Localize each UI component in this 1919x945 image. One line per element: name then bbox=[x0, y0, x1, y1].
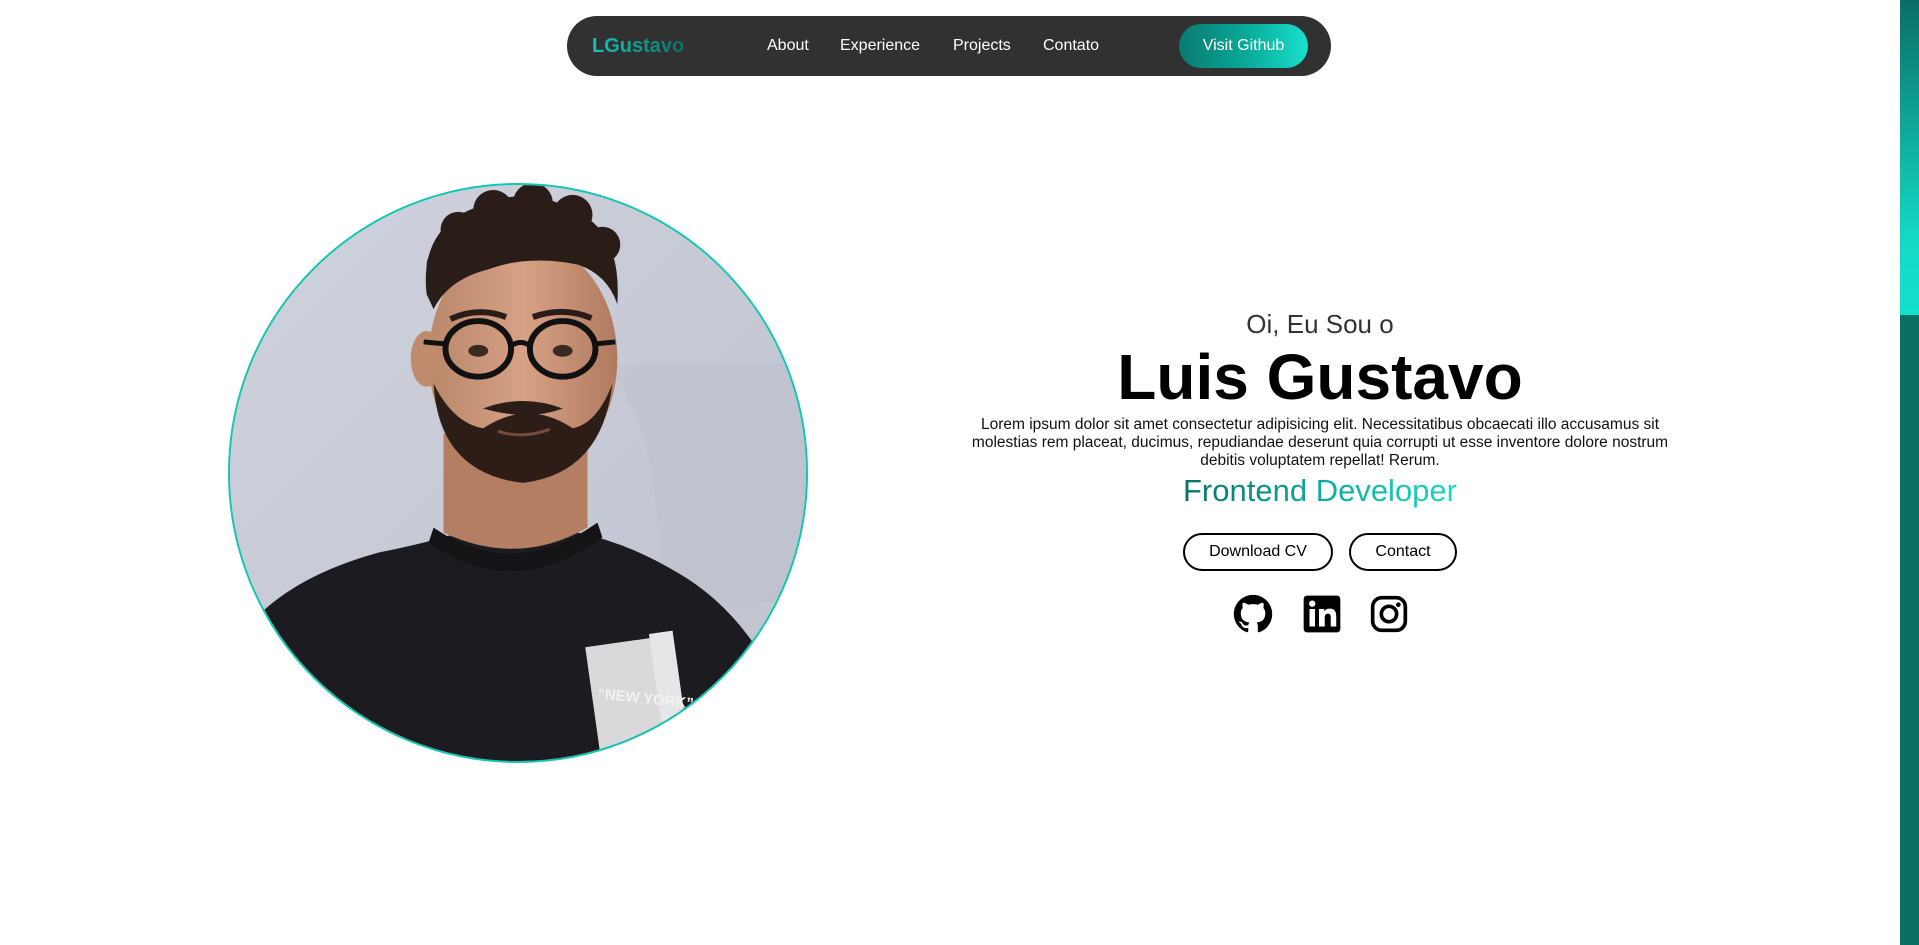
page: LGustavo About Experience Projects Conta… bbox=[0, 0, 1919, 945]
instagram-icon[interactable] bbox=[1369, 594, 1409, 634]
scrollbar-thumb[interactable] bbox=[1900, 0, 1919, 315]
nav-link-projects[interactable]: Projects bbox=[953, 36, 1011, 56]
navbar: LGustavo About Experience Projects Conta… bbox=[567, 16, 1331, 76]
contact-button[interactable]: Contact bbox=[1349, 533, 1457, 571]
nav-link-about[interactable]: About bbox=[767, 36, 809, 56]
download-cv-button[interactable]: Download CV bbox=[1183, 533, 1333, 571]
nav-link-experience[interactable]: Experience bbox=[840, 36, 920, 56]
logo[interactable]: LGustavo bbox=[592, 35, 684, 57]
linkedin-icon[interactable] bbox=[1302, 594, 1342, 634]
hero-greeting: Oi, Eu Sou o bbox=[1246, 309, 1394, 339]
profile-photo: “NEW YORK” bbox=[228, 183, 808, 763]
nav-link-contato[interactable]: Contato bbox=[1043, 36, 1099, 56]
scrollbar[interactable] bbox=[1900, 0, 1919, 945]
visit-github-button[interactable]: Visit Github bbox=[1179, 24, 1308, 68]
hero-bio: Lorem ipsum dolor sit amet consectetur a… bbox=[971, 416, 1669, 469]
hero-section: Oi, Eu Sou o Luis Gustavo Lorem ipsum do… bbox=[958, 308, 1682, 509]
profile-photo-illustration: “NEW YORK” bbox=[230, 185, 806, 761]
social-links bbox=[1230, 594, 1410, 634]
hero-buttons: Download CV Contact bbox=[1183, 533, 1459, 571]
hero-role: Frontend Developer bbox=[1183, 473, 1457, 508]
hero-name: Luis Gustavo bbox=[1117, 341, 1523, 413]
github-icon[interactable] bbox=[1233, 594, 1273, 634]
